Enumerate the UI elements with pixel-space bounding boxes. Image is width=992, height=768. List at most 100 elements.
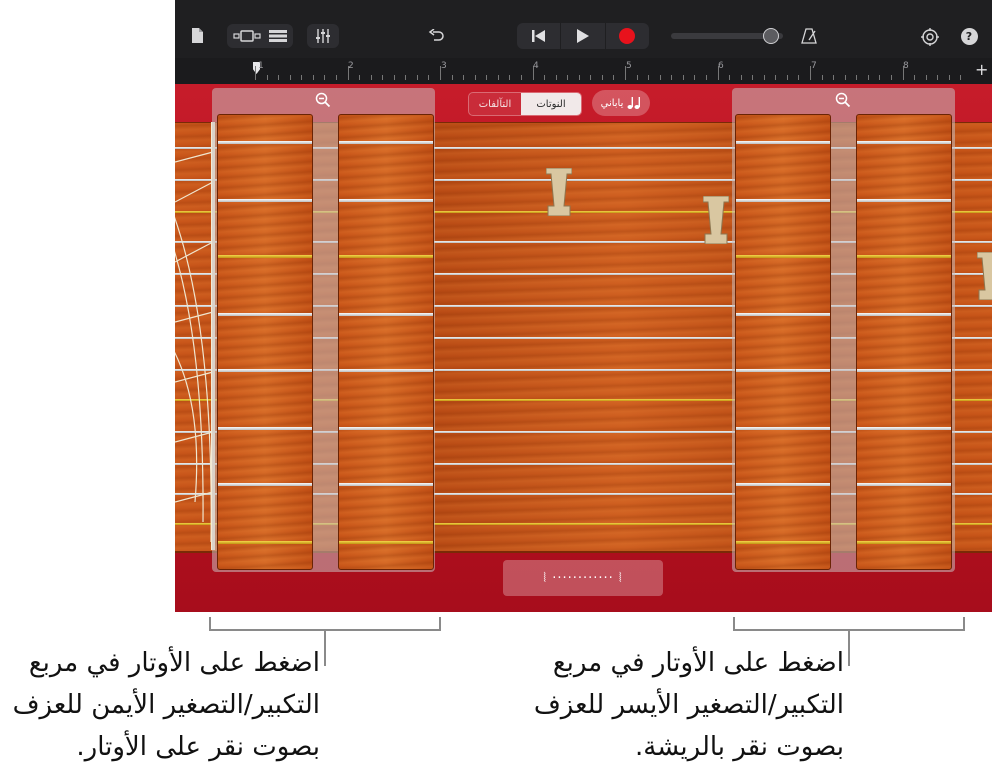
zoom-string-column[interactable]	[856, 114, 952, 570]
callout-line: التكبير/التصغير الأيسر للعزف	[533, 690, 844, 720]
ruler-beat-tick	[335, 75, 337, 80]
ruler-beat-tick	[890, 75, 892, 80]
notes-tab[interactable]: النوتات	[521, 93, 581, 115]
add-section-button[interactable]: +	[975, 61, 988, 79]
koto-bridge[interactable]	[545, 167, 573, 217]
callout-text-right: اضغط على الأوتار في مربع التكبير/التصغير…	[534, 642, 844, 768]
bar-number: 3	[441, 61, 447, 71]
zoom-string[interactable]	[339, 141, 433, 144]
ruler-beat-tick	[798, 75, 800, 80]
play-icon	[576, 29, 589, 43]
koto-bridge[interactable]	[976, 251, 992, 301]
ruler-beat-tick	[636, 75, 638, 80]
ruler-beat-tick	[278, 75, 280, 80]
zoom-string[interactable]	[218, 369, 312, 372]
zoom-string[interactable]	[736, 199, 830, 202]
zoom-string[interactable]	[857, 199, 951, 202]
koto-bridge[interactable]	[702, 195, 730, 245]
ruler-beat-tick	[486, 75, 488, 80]
ruler-beat-tick	[856, 75, 858, 80]
ruler-beat-tick	[613, 75, 615, 80]
ruler-beat-tick	[590, 75, 592, 80]
zoom-string[interactable]	[339, 255, 433, 258]
metronome-button[interactable]	[799, 26, 819, 46]
view-toggle-button[interactable]	[227, 24, 293, 48]
koto-instrument-stage: التآلفات النوتات ياباني ⦚ ············ ⦚	[175, 84, 992, 612]
zoom-string[interactable]	[339, 427, 433, 430]
zoom-string[interactable]	[736, 313, 830, 316]
zoom-string-column[interactable]	[338, 114, 434, 570]
slider-label: ⦚ ············ ⦚	[543, 570, 623, 586]
zoom-string[interactable]	[218, 483, 312, 486]
zoom-string[interactable]	[218, 199, 312, 202]
zoom-string[interactable]	[736, 541, 830, 544]
zoom-string[interactable]	[736, 141, 830, 144]
ruler-beat-tick	[925, 75, 927, 80]
mixer-button[interactable]	[307, 24, 339, 48]
timeline-ruler[interactable]: 1 2 3 4 5 6 7 8 +	[175, 58, 992, 84]
ruler-beat-tick	[497, 75, 499, 80]
settings-button[interactable]	[919, 26, 941, 48]
callout-line: بصوت نقر على الأوتار.	[76, 732, 320, 762]
metronome-icon	[801, 28, 817, 44]
bar-number: 7	[811, 61, 817, 71]
ruler-bar-tick	[255, 66, 256, 80]
zoom-string[interactable]	[857, 541, 951, 544]
bar-number: 8	[903, 61, 909, 71]
zoom-string[interactable]	[857, 427, 951, 430]
position-slider[interactable]: ⦚ ············ ⦚	[503, 560, 663, 596]
zoom-string[interactable]	[857, 483, 951, 486]
zoom-string[interactable]	[339, 199, 433, 202]
zoom-string[interactable]	[857, 141, 951, 144]
bar-number: 4	[533, 61, 539, 71]
document-icon[interactable]	[189, 26, 205, 44]
ruler-beat-tick	[775, 75, 777, 80]
zoom-out-icon[interactable]	[315, 92, 331, 108]
zoom-string[interactable]	[736, 255, 830, 258]
zoom-string[interactable]	[218, 255, 312, 258]
scale-button[interactable]: ياباني	[592, 90, 650, 116]
zoom-string[interactable]	[218, 141, 312, 144]
zoom-string[interactable]	[857, 255, 951, 258]
left-zoom-box[interactable]	[732, 88, 955, 572]
volume-thumb[interactable]	[763, 28, 779, 44]
zoom-string[interactable]	[857, 369, 951, 372]
help-button[interactable]: ?	[959, 26, 979, 46]
callout-leader-right	[848, 630, 850, 666]
zoom-string[interactable]	[339, 313, 433, 316]
rewind-button[interactable]	[517, 23, 560, 49]
view-toggle-icon	[233, 30, 287, 42]
ruler-beat-tick	[474, 75, 476, 80]
ruler-beat-tick	[948, 75, 950, 80]
ruler-beat-tick	[382, 75, 384, 80]
notes-chords-switch[interactable]: التآلفات النوتات	[468, 92, 582, 116]
ruler-beat-tick	[544, 75, 546, 80]
zoom-string[interactable]	[736, 483, 830, 486]
zoom-string[interactable]	[736, 369, 830, 372]
play-button[interactable]	[560, 23, 606, 49]
zoom-string[interactable]	[857, 313, 951, 316]
volume-slider[interactable]	[671, 28, 783, 44]
scale-notes-icon	[627, 97, 641, 109]
ruler-beat-tick	[659, 75, 661, 80]
zoom-string[interactable]	[736, 427, 830, 430]
ruler-beat-tick	[567, 75, 569, 80]
ruler-beat-tick	[960, 75, 962, 80]
ruler-beat-tick	[324, 75, 326, 80]
undo-button[interactable]	[425, 26, 447, 46]
right-zoom-box[interactable]	[212, 88, 435, 572]
zoom-string[interactable]	[339, 483, 433, 486]
zoom-string[interactable]	[218, 313, 312, 316]
zoom-string[interactable]	[339, 541, 433, 544]
zoom-string[interactable]	[218, 427, 312, 430]
zoom-string[interactable]	[218, 541, 312, 544]
zoom-string[interactable]	[339, 369, 433, 372]
control-bar: ?	[175, 0, 992, 58]
zoom-string-column[interactable]	[735, 114, 831, 570]
chords-tab[interactable]: التآلفات	[469, 93, 521, 115]
callout-bracket-left	[209, 617, 441, 631]
zoom-string-column[interactable]	[217, 114, 313, 570]
scale-label: ياباني	[600, 97, 624, 109]
record-button[interactable]	[606, 23, 649, 49]
zoom-out-icon[interactable]	[835, 92, 851, 108]
